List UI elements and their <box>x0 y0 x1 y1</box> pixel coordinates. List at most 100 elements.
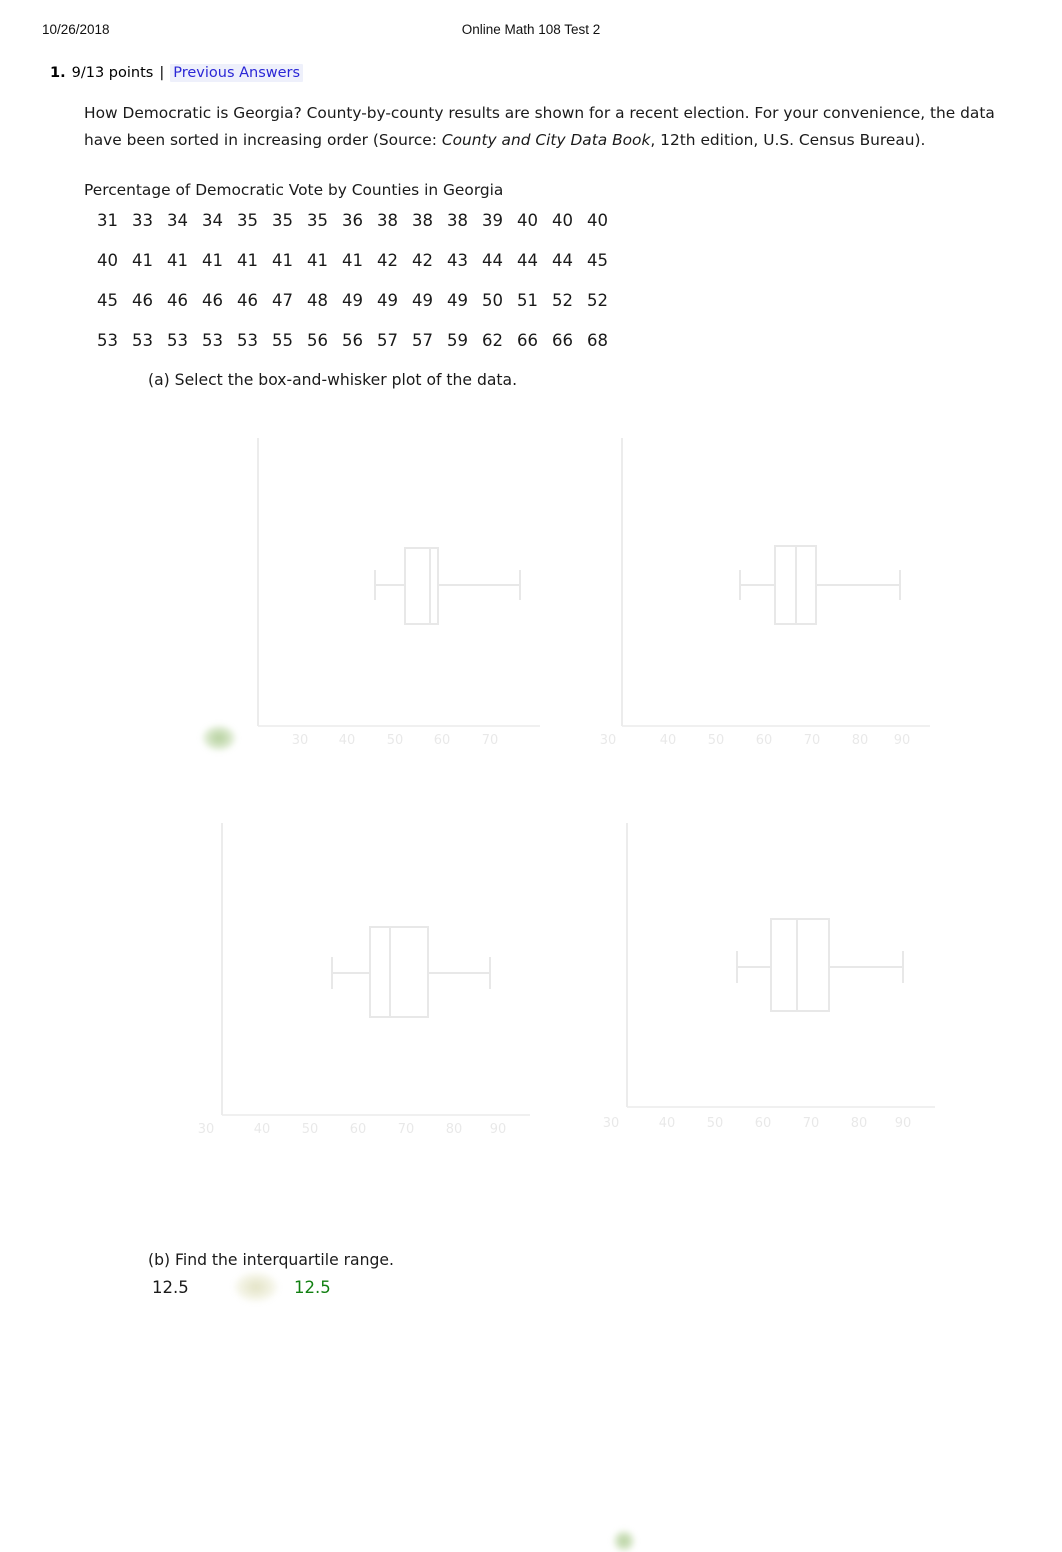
svg-text:40: 40 <box>659 1116 676 1131</box>
data-value: 53 <box>97 331 118 350</box>
data-value: 59 <box>447 331 468 350</box>
data-value: 41 <box>237 251 258 270</box>
check-icon <box>234 1272 278 1302</box>
data-value: 33 <box>132 211 153 230</box>
data-value: 66 <box>552 331 573 350</box>
data-value: 42 <box>377 251 398 270</box>
svg-text:70: 70 <box>804 733 821 748</box>
svg-text:30: 30 <box>198 1122 215 1137</box>
correct-answer-value: 12.5 <box>294 1277 331 1297</box>
svg-text:70: 70 <box>398 1122 415 1137</box>
data-value: 38 <box>412 211 433 230</box>
svg-text:60: 60 <box>755 1116 772 1131</box>
data-value: 66 <box>517 331 538 350</box>
data-table-subtitle: Percentage of Democratic Vote by Countie… <box>84 181 504 199</box>
data-value: 40 <box>587 211 608 230</box>
points-status: 9/13 points <box>71 65 154 81</box>
choice-option-3[interactable]: 30 40 50 60 70 80 90 <box>180 815 580 1165</box>
data-value: 48 <box>307 291 328 310</box>
choice-2-boxplot-svg: 30 40 50 60 70 80 90 <box>600 438 930 748</box>
data-values-table: 31 33 34 34 35 35 35 36 38 38 38 39 40 40 40 40 41 41 41 4… <box>90 208 615 368</box>
data-value: 45 <box>97 291 118 310</box>
data-value: 49 <box>447 291 468 310</box>
data-value: 57 <box>377 331 398 350</box>
table-row: 53 53 53 53 53 55 56 56 57 57 59 62 66 66 68 <box>90 328 615 368</box>
header-title: Online Math 108 Test 2 <box>461 22 601 37</box>
svg-text:50: 50 <box>707 1116 724 1131</box>
data-value: 46 <box>132 291 153 310</box>
part-a-question-label: (a) Select the box-and-whisker plot of t… <box>148 371 518 389</box>
prompt-source-title: County and City Data Book <box>441 131 651 149</box>
svg-text:50: 50 <box>302 1122 319 1137</box>
data-value: 57 <box>412 331 433 350</box>
data-value: 42 <box>412 251 433 270</box>
svg-text:90: 90 <box>894 733 911 748</box>
previous-answers-link[interactable]: Previous Answers <box>170 64 304 82</box>
data-value: 41 <box>307 251 328 270</box>
data-value: 53 <box>132 331 153 350</box>
choice-option-2[interactable]: 30 40 50 60 70 80 90 <box>580 430 980 780</box>
data-value: 46 <box>202 291 223 310</box>
svg-text:40: 40 <box>339 733 356 748</box>
data-value: 41 <box>202 251 223 270</box>
svg-text:30: 30 <box>603 1116 620 1131</box>
data-value: 49 <box>412 291 433 310</box>
data-value: 31 <box>97 211 118 230</box>
data-value: 44 <box>517 251 538 270</box>
svg-text:60: 60 <box>350 1122 367 1137</box>
data-value: 36 <box>342 211 363 230</box>
data-value: 49 <box>342 291 363 310</box>
question-number: 1. <box>50 65 66 81</box>
data-value: 49 <box>377 291 398 310</box>
data-value: 44 <box>552 251 573 270</box>
svg-text:70: 70 <box>482 733 499 748</box>
data-value: 45 <box>587 251 608 270</box>
data-value: 46 <box>167 291 188 310</box>
svg-text:90: 90 <box>895 1116 912 1131</box>
page-header: 10/26/2018 Online Math 108 Test 2 <box>0 22 1062 42</box>
data-value: 41 <box>132 251 153 270</box>
svg-text:60: 60 <box>434 733 451 748</box>
data-value: 40 <box>97 251 118 270</box>
boxplot-choices-group: 30 40 50 60 70 30 40 50 60 70 80 90 30 4… <box>0 420 1062 1552</box>
choice-option-1[interactable]: 30 40 50 60 70 <box>190 430 590 780</box>
data-value: 56 <box>307 331 328 350</box>
part-b-question-label: (b) Find the interquartile range. <box>148 1251 394 1269</box>
data-value: 38 <box>377 211 398 230</box>
interquartile-range-input[interactable] <box>152 1275 230 1299</box>
data-value: 50 <box>482 291 503 310</box>
data-value: 35 <box>237 211 258 230</box>
choice-option-4[interactable]: 30 40 50 60 70 80 90 <box>585 815 985 1552</box>
svg-text:80: 80 <box>852 733 869 748</box>
data-value: 41 <box>167 251 188 270</box>
svg-text:50: 50 <box>708 733 725 748</box>
data-value: 53 <box>202 331 223 350</box>
svg-text:30: 30 <box>292 733 309 748</box>
svg-text:30: 30 <box>600 733 617 748</box>
data-value: 35 <box>307 211 328 230</box>
table-row: 45 46 46 46 46 47 48 49 49 49 49 50 51 52 52 <box>90 288 615 328</box>
data-value: 47 <box>272 291 293 310</box>
table-row: 40 41 41 41 41 41 41 41 42 42 43 44 44 44 45 <box>90 248 615 288</box>
data-value: 53 <box>167 331 188 350</box>
svg-text:90: 90 <box>490 1122 507 1137</box>
choice-4-boxplot-svg: 30 40 50 60 70 80 90 <box>603 823 935 1131</box>
meta-separator: | <box>159 65 165 81</box>
choice-3-boxplot-svg: 30 40 50 60 70 80 90 <box>198 823 530 1137</box>
part-b-answer-row: 12.5 <box>152 1272 331 1302</box>
svg-text:40: 40 <box>660 733 677 748</box>
data-value: 52 <box>552 291 573 310</box>
data-value: 51 <box>517 291 538 310</box>
svg-text:70: 70 <box>803 1116 820 1131</box>
data-value: 41 <box>342 251 363 270</box>
data-value: 40 <box>552 211 573 230</box>
svg-text:80: 80 <box>851 1116 868 1131</box>
data-value: 52 <box>587 291 608 310</box>
svg-text:60: 60 <box>756 733 773 748</box>
data-value: 35 <box>272 211 293 230</box>
data-value: 41 <box>272 251 293 270</box>
correct-answer-indicator-icon <box>613 1530 635 1552</box>
data-value: 34 <box>167 211 188 230</box>
data-value: 43 <box>447 251 468 270</box>
data-value: 34 <box>202 211 223 230</box>
